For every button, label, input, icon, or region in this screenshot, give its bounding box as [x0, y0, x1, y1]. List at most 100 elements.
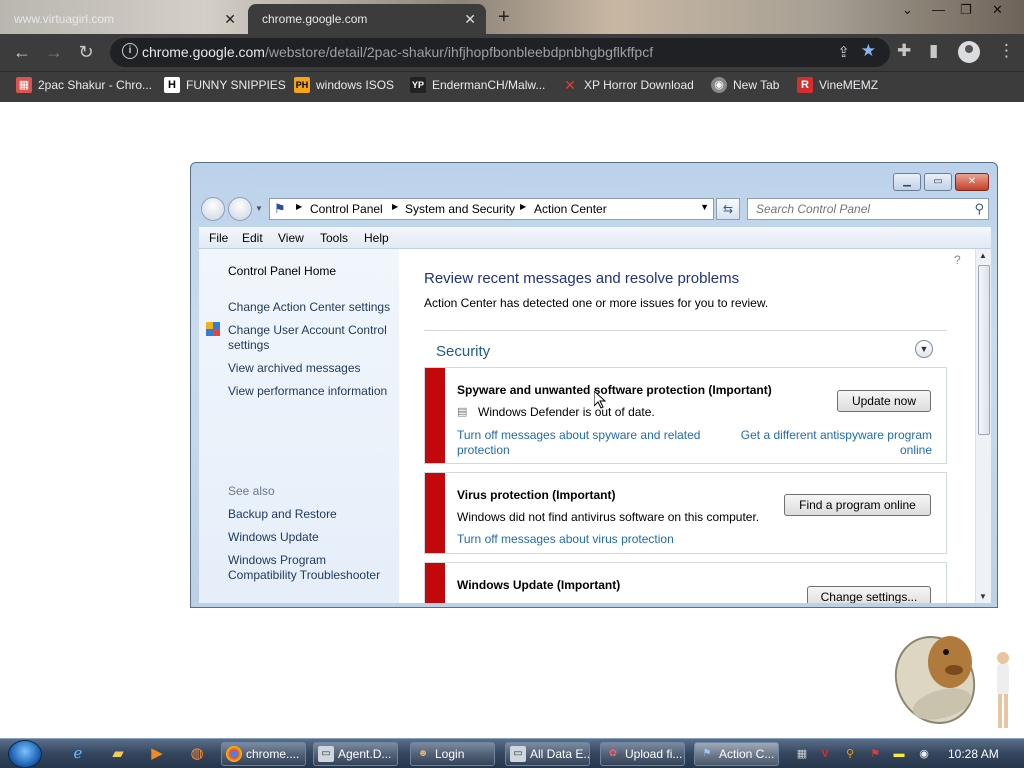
back-arrow-icon[interactable]: ←: [12, 42, 32, 62]
breadcrumb-control-panel[interactable]: Control Panel: [310, 202, 383, 216]
update-now-button[interactable]: Update now: [837, 390, 931, 412]
view-archived-messages-link[interactable]: View archived messages: [228, 361, 361, 376]
change-action-center-settings-link[interactable]: Change Action Center settings: [228, 300, 390, 315]
bookmark-item[interactable]: H FUNNY SNIPPIES: [164, 77, 286, 93]
backup-restore-link[interactable]: Backup and Restore: [228, 507, 337, 522]
bookmark-item[interactable]: R VineMEMZ: [797, 77, 878, 93]
menu-view[interactable]: View: [278, 231, 304, 245]
find-program-online-button[interactable]: Find a program online: [784, 494, 931, 516]
breadcrumb-arrow-icon[interactable]: ▶: [520, 202, 526, 211]
taskbar-button-agent[interactable]: ▭ Agent.D...: [313, 742, 398, 766]
tab-chrome-google[interactable]: chrome.google.com ✕: [248, 4, 486, 34]
tray-search-icon[interactable]: ⚲: [842, 746, 858, 762]
scroll-up-icon[interactable]: ▲: [979, 251, 987, 260]
tray-volume-icon[interactable]: ◉: [916, 746, 932, 762]
bookmark-h-icon: H: [164, 77, 180, 93]
window-maximize-button[interactable]: ▭: [924, 173, 952, 191]
breadcrumb-arrow-icon[interactable]: ▶: [296, 202, 302, 211]
breadcrumb-arrow-icon[interactable]: ▶: [392, 202, 398, 211]
chrome-menu-kebab-icon[interactable]: ⋮: [998, 41, 1015, 61]
window-close-button[interactable]: ✕: [955, 173, 989, 191]
taskbar-clock[interactable]: 10:28 AM: [948, 747, 999, 761]
media-player-icon[interactable]: ▶: [143, 743, 171, 765]
compat-troubleshooter-link[interactable]: Windows Program Compatibility Troublesho…: [228, 553, 394, 583]
action-center-content: Review recent messages and resolve probl…: [399, 249, 975, 603]
explorer-folder-icon[interactable]: ▰: [104, 743, 132, 765]
windows-defender-icon: ▤: [457, 406, 468, 418]
minimize-icon[interactable]: —: [932, 2, 945, 17]
forward-arrow-icon[interactable]: →: [44, 42, 64, 62]
bookmark-item[interactable]: ◉ New Tab: [711, 77, 779, 93]
change-uac-settings-link[interactable]: Change User Account Control settings: [228, 323, 394, 353]
history-dropdown-icon[interactable]: ▼: [255, 204, 263, 213]
windows-update-link[interactable]: Windows Update: [228, 530, 319, 545]
bookmark-star-icon[interactable]: ★: [861, 41, 876, 61]
scroll-thumb[interactable]: [978, 265, 990, 435]
chrome-toolbar: ← → ↻ i chrome.google.com/webstore/detai…: [0, 34, 1024, 71]
forward-round-button[interactable]: [228, 197, 252, 221]
breadcrumb-system-security[interactable]: System and Security: [405, 202, 515, 216]
refresh-icon[interactable]: ⇆: [716, 198, 740, 220]
site-info-icon[interactable]: i: [122, 43, 138, 59]
divider: [424, 330, 947, 331]
taskbar-button-login[interactable]: ☻ Login: [410, 742, 495, 766]
tray-app-icon[interactable]: ▦: [794, 746, 810, 762]
scroll-down-icon[interactable]: ▼: [979, 592, 987, 601]
get-antispyware-link[interactable]: Get a different antispyware program onli…: [725, 428, 932, 458]
new-tab-plus-icon[interactable]: +: [498, 6, 510, 29]
search-input[interactable]: [748, 199, 968, 219]
url-text: chrome.google.com/webstore/detail/2pac-s…: [142, 44, 653, 60]
bookmark-label: EndermanCH/Malw...: [432, 78, 546, 92]
mouse-cursor-icon: [594, 391, 606, 409]
collapse-chevron-icon[interactable]: ▼: [915, 340, 933, 358]
extensions-puzzle-icon[interactable]: ✚: [897, 41, 911, 61]
security-section-title[interactable]: Security: [436, 343, 490, 360]
turn-off-spyware-messages-link[interactable]: Turn off messages about spyware and rela…: [457, 428, 727, 458]
firefox-icon[interactable]: ◍: [183, 743, 211, 765]
taskbar-button-all-data[interactable]: ▭ All Data E...: [505, 742, 590, 766]
address-dropdown-icon[interactable]: ▼: [700, 202, 709, 212]
bookmark-item[interactable]: PH windows ISOS: [294, 77, 394, 93]
vertical-scrollbar[interactable]: ▲ ▼: [975, 249, 991, 603]
tray-v-icon[interactable]: V: [817, 746, 833, 762]
help-icon[interactable]: ?: [954, 253, 961, 267]
restore-icon[interactable]: ❐: [960, 2, 972, 18]
search-icon[interactable]: ⚲: [974, 201, 984, 217]
reload-icon[interactable]: ↻: [76, 42, 96, 62]
bookmark-item[interactable]: ✕ XP Horror Download: [562, 77, 694, 93]
bookmark-globe-icon: ◉: [711, 77, 727, 93]
profile-avatar-icon[interactable]: [958, 41, 980, 63]
menu-file[interactable]: File: [209, 231, 228, 245]
breadcrumb-action-center[interactable]: Action Center: [534, 202, 607, 216]
tab-search-chevron-icon[interactable]: ⌄: [902, 2, 913, 18]
close-window-icon[interactable]: ✕: [992, 2, 1003, 18]
side-panel-icon[interactable]: ▮: [929, 41, 938, 61]
bookmark-item[interactable]: YP EndermanCH/Malw...: [410, 77, 545, 93]
control-panel-home-link[interactable]: Control Panel Home: [228, 264, 336, 279]
tray-network-icon[interactable]: ▬: [891, 746, 907, 762]
internet-explorer-icon[interactable]: ℯ: [64, 743, 92, 765]
menu-tools[interactable]: Tools: [320, 231, 348, 245]
tray-flag-icon[interactable]: ⚑: [867, 746, 883, 762]
tab-virtuagirl[interactable]: www.virtuagirl.com ✕: [0, 4, 246, 34]
back-round-button[interactable]: [201, 197, 225, 221]
taskbar-button-upload[interactable]: ✿ Upload fi...: [600, 742, 685, 766]
explorer-address-bar[interactable]: ⚑ ▶ Control Panel ▶ System and Security …: [269, 198, 714, 220]
taskbar-button-chrome[interactable]: chrome....: [221, 742, 306, 766]
window-minimize-button[interactable]: ▁: [893, 173, 921, 191]
menu-edit[interactable]: Edit: [242, 231, 263, 245]
tab-close-icon[interactable]: ✕: [464, 11, 476, 28]
bookmark-item[interactable]: ▦ 2pac Shakur - Chro...: [16, 77, 152, 93]
tab-close-icon[interactable]: ✕: [224, 11, 236, 28]
start-orb-icon[interactable]: [8, 740, 42, 768]
view-performance-link[interactable]: View performance information: [228, 384, 387, 399]
turn-off-virus-messages-link[interactable]: Turn off messages about virus protection: [457, 532, 674, 547]
action-center-window: ▁ ▭ ✕ ▼ ⚑ ▶ Control Panel ▶ System and S…: [190, 162, 998, 608]
taskbar-button-action-center[interactable]: ⚑ Action C...: [694, 742, 779, 766]
alert-text: Windows did not find antivirus software …: [457, 510, 760, 524]
search-control-panel-box[interactable]: ⚲: [747, 198, 989, 220]
menu-help[interactable]: Help: [364, 231, 389, 245]
address-bar[interactable]: i chrome.google.com/webstore/detail/2pac…: [110, 38, 890, 67]
change-settings-button[interactable]: Change settings...: [807, 586, 931, 603]
share-icon[interactable]: ⇪: [837, 43, 850, 61]
